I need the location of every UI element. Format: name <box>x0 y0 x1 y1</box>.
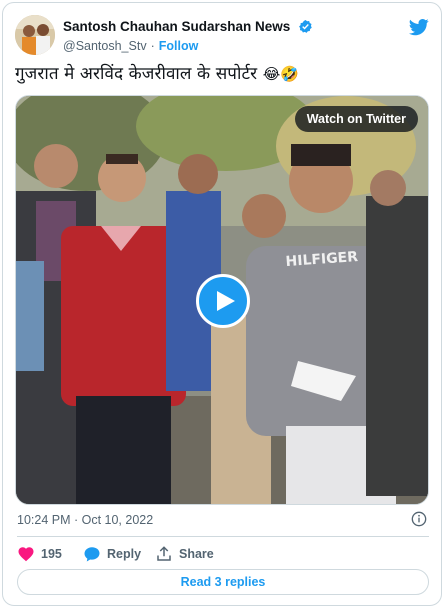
tweet-emojis: 😂🤣 <box>262 65 300 83</box>
author-names: Santosh Chauhan Sudarshan News @Santosh_… <box>63 18 313 53</box>
reply-icon <box>84 547 100 562</box>
read-replies-button[interactable]: Read 3 replies <box>17 569 429 595</box>
follow-link[interactable]: Follow <box>159 39 199 53</box>
share-icon <box>157 546 171 561</box>
tweet-body: गुजरात मे अरविंद केजरीवाल के सपोर्टर <box>15 64 258 84</box>
info-icon[interactable] <box>411 511 427 527</box>
display-name[interactable]: Santosh Chauhan Sudarshan News <box>63 19 290 34</box>
verified-badge-icon <box>298 20 312 34</box>
share-button[interactable]: Share <box>155 545 214 563</box>
video-media[interactable]: HILFIGER Watch on Twitter <box>15 95 429 505</box>
author-handle[interactable]: @Santosh_Stv <box>63 39 147 53</box>
avatar[interactable] <box>15 15 55 55</box>
tweet-card: Santosh Chauhan Sudarshan News @Santosh_… <box>2 2 442 606</box>
share-label: Share <box>179 547 214 561</box>
heart-icon <box>18 547 34 562</box>
reply-label: Reply <box>107 547 142 561</box>
twitter-bird-icon[interactable] <box>409 17 429 37</box>
play-button[interactable] <box>196 274 250 328</box>
like-button[interactable]: 195 <box>17 545 62 563</box>
play-icon <box>217 291 235 311</box>
tweet-timestamp[interactable]: 10:24 PM · Oct 10, 2022 <box>17 513 153 527</box>
reply-button[interactable]: Reply <box>83 545 141 563</box>
watch-on-twitter-button[interactable]: Watch on Twitter <box>294 106 418 132</box>
divider <box>17 536 429 537</box>
handle-row: @Santosh_Stv · Follow <box>63 39 313 53</box>
separator-dot: · <box>150 39 155 53</box>
tweet-text: गुजरात मे अरविंद केजरीवाल के सपोर्टर 😂🤣 <box>15 61 299 84</box>
tweet-header: Santosh Chauhan Sudarshan News @Santosh_… <box>15 15 429 57</box>
like-count: 195 <box>41 547 62 561</box>
